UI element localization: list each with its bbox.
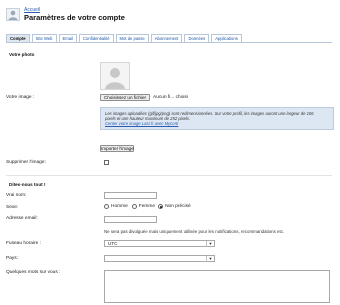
- delete-image-checkbox[interactable]: [104, 160, 109, 165]
- sex-radio-group: Homme Femme Non précisé: [104, 204, 191, 209]
- tab-site-web[interactable]: Site Web: [31, 34, 57, 42]
- about-section-heading: Dites-nous tout !: [9, 182, 46, 187]
- email-label: Adresse email:: [6, 216, 38, 221]
- tab-donnees[interactable]: Données: [184, 34, 210, 42]
- tab-email[interactable]: Email: [58, 34, 77, 42]
- tab-confidentialite[interactable]: Confidentialité: [79, 34, 114, 42]
- import-image-button[interactable]: Importer l'image: [100, 145, 134, 152]
- profile-photo-placeholder: [100, 62, 130, 90]
- email-hint: Ne sera pas divulguée mais uniquement ut…: [104, 229, 285, 234]
- timezone-select[interactable]: UTC ▼: [104, 240, 215, 247]
- account-settings-icon: [6, 8, 20, 21]
- section-divider: [6, 175, 332, 176]
- choose-file-button[interactable]: Choisissez un fichier: [100, 94, 150, 101]
- about-you-label: Quelques mots sur vous :: [6, 270, 61, 275]
- sex-option-homme: Homme: [111, 204, 128, 209]
- tab-applications[interactable]: Applications: [211, 34, 242, 42]
- sex-label: Sexe:: [6, 205, 19, 210]
- sex-option-non-precise: Non précisé: [165, 204, 191, 209]
- country-label: Pays:: [6, 256, 18, 261]
- sex-radio-non-precise[interactable]: [158, 204, 164, 209]
- tab-compte[interactable]: Compte: [6, 34, 30, 42]
- sex-radio-homme[interactable]: [104, 204, 109, 209]
- page-title: Paramètres de votre compte: [24, 13, 125, 22]
- photo-section-heading: Votre photo: [9, 52, 35, 57]
- delete-image-label: Supprimer l'image:: [6, 160, 46, 165]
- image-info-box: Les images uploadées (gif/jpg/png) sont …: [100, 107, 334, 130]
- no-file-text: Aucun fi... choisi: [153, 95, 188, 100]
- tab-abonnement[interactable]: Abonnement: [150, 34, 183, 42]
- chevron-down-icon: ▼: [206, 241, 214, 247]
- info-link[interactable]: Center votre image Last.fr avec Myco!tr: [105, 121, 329, 126]
- country-select[interactable]: ▼: [104, 255, 215, 262]
- timezone-label: Fuseau horaire :: [6, 241, 41, 246]
- chevron-down-icon: ▼: [206, 256, 214, 262]
- sex-radio-femme[interactable]: [131, 204, 137, 209]
- email-input[interactable]: [104, 216, 157, 223]
- sex-option-femme: Femme: [138, 204, 156, 209]
- about-you-textarea[interactable]: [104, 270, 330, 303]
- real-name-label: Vrai nom:: [6, 193, 27, 198]
- tab-mot-de-passe[interactable]: Mot de passe: [115, 34, 149, 42]
- tabs-divider: [6, 42, 332, 43]
- real-name-input[interactable]: [104, 192, 157, 199]
- timezone-value: UTC: [108, 241, 118, 246]
- image-label: Votre image :: [6, 95, 35, 100]
